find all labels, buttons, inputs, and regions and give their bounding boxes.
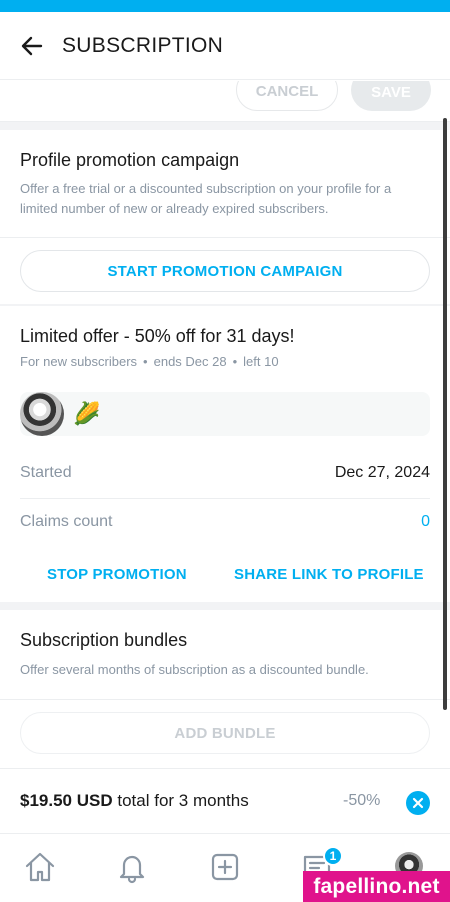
messages-badge: 1 <box>323 846 343 866</box>
promotion-title: Profile promotion campaign <box>20 150 240 170</box>
started-label: Started <box>20 464 72 481</box>
active-offer-section <box>0 306 450 602</box>
status-bar <box>0 0 450 12</box>
add-post-icon[interactable] <box>207 849 243 885</box>
add-bundle-button[interactable]: ADD BUNDLE <box>20 712 430 754</box>
page-title: SUBSCRIPTION <box>62 34 224 57</box>
scrollbar[interactable] <box>443 118 447 710</box>
bell-icon[interactable] <box>114 849 150 885</box>
offer-left: left 10 <box>243 354 279 369</box>
section-gap <box>0 602 450 610</box>
bundles-title: Subscription bundles <box>20 630 188 650</box>
offer-title: Limited offer - 50% off for 31 days! <box>20 326 295 346</box>
claims-value: 0 <box>421 513 430 530</box>
promotion-section: Profile promotion campaign Offer a free … <box>0 130 450 304</box>
watermark: fapellino.net <box>303 871 450 902</box>
app-header: SUBSCRIPTION <box>0 12 450 80</box>
divider <box>20 498 430 499</box>
cancel-button[interactable]: CANCEL <box>236 81 338 111</box>
bundles-description: Offer several months of subscription as … <box>20 662 369 677</box>
corn-emoji: 🌽 <box>73 401 101 426</box>
bundle-item: $19.50 USD total for 3 months -50% <box>0 768 450 834</box>
start-promotion-button[interactable]: START PROMOTION CAMPAIGN <box>20 250 430 292</box>
bundle-summary: $19.50 USD total for 3 months <box>20 791 249 811</box>
bundle-discount: -50% <box>343 792 381 809</box>
promotion-description: Offer a free trial or a discounted subsc… <box>20 181 392 216</box>
section-gap <box>0 122 450 130</box>
save-button[interactable]: SAVE <box>351 81 431 111</box>
back-arrow-icon[interactable] <box>18 32 46 60</box>
share-link-button[interactable]: SHARE LINK TO PROFILE <box>234 566 424 583</box>
action-bar: CANCEL SAVE <box>0 81 450 122</box>
remove-bundle-icon[interactable] <box>406 791 430 815</box>
divider <box>0 699 450 700</box>
home-icon[interactable] <box>22 849 58 885</box>
offer-audience: For new subscribers <box>20 354 138 369</box>
bundles-section: Subscription bundles Offer several month… <box>0 610 450 768</box>
stop-promotion-button[interactable]: STOP PROMOTION <box>47 566 187 583</box>
bundle-term: total for 3 months <box>117 791 249 810</box>
offer-ends: ends Dec 28 <box>153 354 227 369</box>
claims-label: Claims count <box>20 513 113 530</box>
separator-dot: • <box>232 354 238 369</box>
separator-dot: • <box>143 354 148 369</box>
avatar[interactable] <box>20 392 64 436</box>
started-value: Dec 27, 2024 <box>334 464 430 481</box>
offer-meta: For new subscribers • ends Dec 28 • left 10 <box>20 354 279 369</box>
divider <box>0 237 450 238</box>
offer-creator-row: 🌽 <box>20 392 430 436</box>
bundle-price: $19.50 USD <box>20 791 113 810</box>
